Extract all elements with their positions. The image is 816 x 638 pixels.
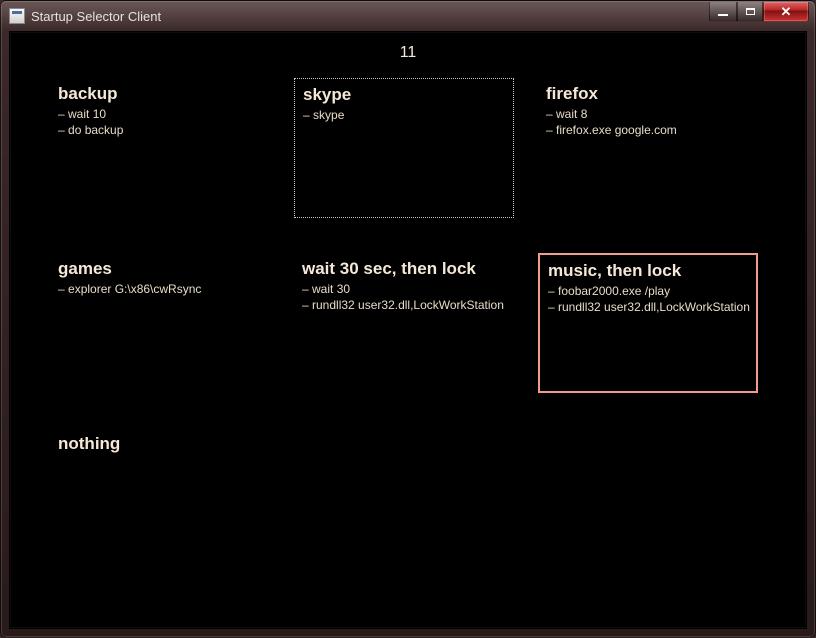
- option-tile[interactable]: skype– skype: [294, 78, 514, 218]
- titlebar[interactable]: Startup Selector Client ✕: [1, 1, 815, 31]
- bullet: –: [302, 282, 312, 296]
- option-tile[interactable]: wait 30 sec, then lock – wait 30– rundll3…: [294, 253, 514, 393]
- bullet: –: [548, 284, 558, 298]
- bullet: –: [546, 107, 556, 121]
- tile-command: – skype: [303, 107, 505, 123]
- maximize-icon: [746, 8, 755, 15]
- option-tile[interactable]: firefox – wait 8– firefox.exe google.com: [538, 78, 758, 218]
- tile-command: – foobar2000.exe /play: [548, 283, 748, 299]
- tile-title: backup: [58, 84, 262, 104]
- tile-command: – wait 30: [302, 281, 506, 297]
- tile-title: firefox: [546, 84, 750, 104]
- tile-command-text: foobar2000.exe /play: [558, 284, 670, 298]
- tile-command: – rundll32 user32.dll,LockWorkStation: [302, 297, 506, 313]
- bullet: –: [303, 108, 313, 122]
- option-tile[interactable]: nothing: [50, 428, 270, 568]
- close-button[interactable]: ✕: [763, 2, 809, 22]
- tile-grid: backup– wait 10– do backupskype– skypefi…: [50, 78, 782, 603]
- tile-command: – rundll32 user32.dll,LockWorkStation: [548, 299, 748, 315]
- minimize-icon: [718, 14, 728, 16]
- tile-title: skype: [303, 85, 505, 105]
- tile-title: wait 30 sec, then lock: [302, 259, 506, 279]
- tile-title: nothing: [58, 434, 262, 454]
- app-window: Startup Selector Client ✕ 11 backup – wai…: [0, 0, 816, 638]
- option-tile[interactable]: backup – wait 10– do backup: [50, 78, 270, 218]
- minimize-button[interactable]: [709, 2, 737, 22]
- tile-command-text: do backup: [68, 123, 123, 137]
- tile-command-text: firefox.exe google.com: [556, 123, 677, 137]
- tile-command: – wait 8: [546, 106, 750, 122]
- bullet: –: [58, 107, 68, 121]
- tile-command-text: rundll32 user32.dll,LockWorkStation: [312, 298, 504, 312]
- tile-command-text: wait 10: [68, 107, 106, 121]
- option-tile[interactable]: music, then lock – foobar2000.exe /play– …: [538, 253, 758, 393]
- tile-command-text: wait 30: [312, 282, 350, 296]
- app-icon: [9, 8, 25, 24]
- tile-command-text: rundll32 user32.dll,LockWorkStation: [558, 300, 750, 314]
- bullet: –: [58, 123, 68, 137]
- tile-command: – do backup: [58, 122, 262, 138]
- tile-command: – explorer G:\x86\cwRsync: [58, 281, 262, 297]
- close-icon: ✕: [781, 5, 792, 18]
- tile-command: – firefox.exe google.com: [546, 122, 750, 138]
- maximize-button[interactable]: [737, 2, 763, 22]
- window-title: Startup Selector Client: [31, 9, 161, 24]
- client-area: 11 backup– wait 10– do backupskype– skyp…: [9, 31, 807, 629]
- window-controls: ✕: [709, 2, 809, 22]
- tile-title: music, then lock: [548, 261, 748, 281]
- bullet: –: [302, 298, 312, 312]
- tile-command: – wait 10: [58, 106, 262, 122]
- tile-command-text: wait 8: [556, 107, 587, 121]
- tile-command-text: skype: [313, 108, 344, 122]
- tile-title: games: [58, 259, 262, 279]
- bullet: –: [58, 282, 68, 296]
- option-tile[interactable]: games – explorer G:\x86\cwRsync: [50, 253, 270, 393]
- tile-command-text: explorer G:\x86\cwRsync: [68, 282, 201, 296]
- countdown-timer: 11: [10, 44, 806, 62]
- bullet: –: [548, 300, 558, 314]
- bullet: –: [546, 123, 556, 137]
